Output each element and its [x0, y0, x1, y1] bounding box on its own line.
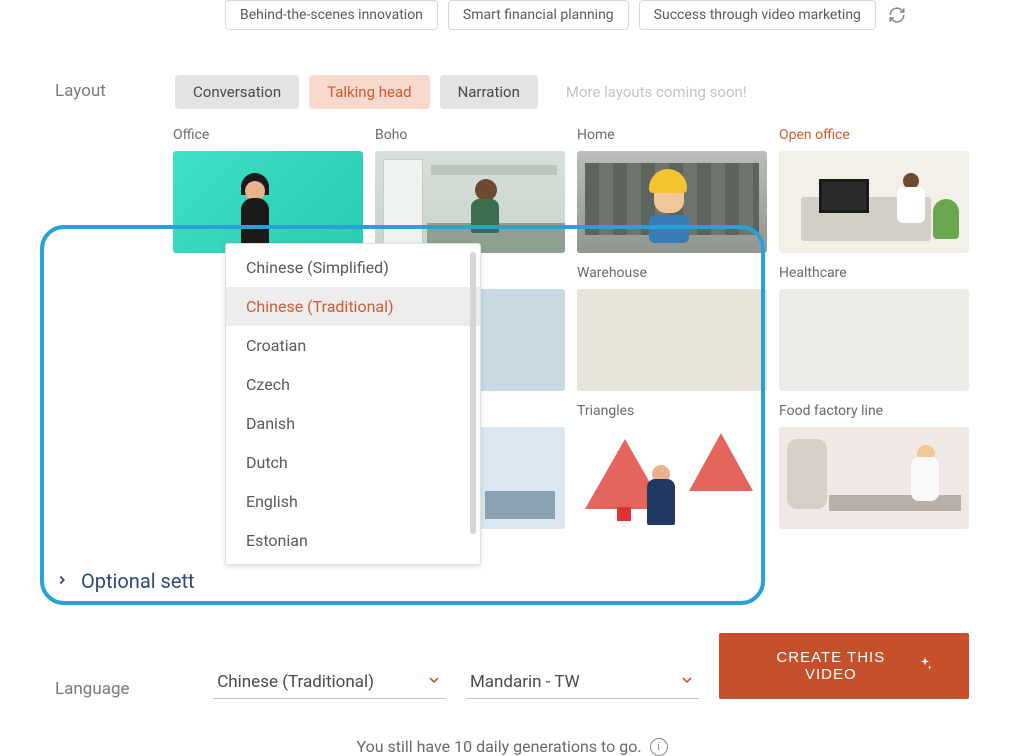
- tab-talking-head[interactable]: Talking head: [309, 75, 429, 109]
- scene-thumb[interactable]: [577, 427, 767, 529]
- generations-remaining-note: You still have 10 daily generations to g…: [55, 737, 969, 756]
- chip[interactable]: Behind-the-scenes innovation: [225, 0, 438, 30]
- scene-label: Office: [173, 127, 363, 143]
- scene-warehouse[interactable]: Warehouse: [577, 265, 767, 391]
- section-label-language: Language: [55, 679, 213, 699]
- scene-healthcare[interactable]: Healthcare: [779, 265, 969, 391]
- scene-thumb[interactable]: [375, 151, 565, 253]
- scene-thumb[interactable]: [779, 151, 969, 253]
- language-row: Language Chinese (Traditional) Mandarin …: [55, 633, 969, 699]
- chip[interactable]: Smart financial planning: [448, 0, 629, 30]
- scene-food-factory[interactable]: Food factory line: [779, 403, 969, 529]
- scene-triangles[interactable]: Triangles: [577, 403, 767, 529]
- tab-conversation[interactable]: Conversation: [175, 75, 299, 109]
- chevron-right-icon: [55, 571, 69, 592]
- info-icon[interactable]: i: [650, 738, 668, 756]
- optional-settings-label: Optional sett: [81, 569, 195, 593]
- refresh-icon[interactable]: [886, 4, 908, 26]
- tab-more-coming: More layouts coming soon!: [548, 75, 765, 109]
- layout-tabs: Conversation Talking head Narration More…: [175, 75, 969, 109]
- language-option[interactable]: Danish: [226, 404, 480, 443]
- language-dropdown[interactable]: Chinese (Simplified) Chinese (Traditiona…: [225, 243, 481, 565]
- suggestion-chips: Behind-the-scenes innovation Smart finan…: [225, 0, 969, 30]
- language-option[interactable]: Croatian: [226, 326, 480, 365]
- scene-boho[interactable]: Boho: [375, 127, 565, 253]
- scene-label: Open office: [779, 127, 969, 143]
- language-option[interactable]: Chinese (Traditional): [226, 287, 480, 326]
- scene-label: Warehouse: [577, 265, 767, 281]
- scene-thumb[interactable]: [779, 289, 969, 391]
- language-option[interactable]: Czech: [226, 365, 480, 404]
- chip[interactable]: Success through video marketing: [639, 0, 876, 30]
- section-label-layout: Layout: [55, 75, 175, 529]
- footer-text: You still have 10 daily generations to g…: [356, 737, 641, 756]
- cta-label: CREATE THIS VIDEO: [755, 649, 907, 683]
- scene-home[interactable]: Home: [577, 127, 767, 253]
- scene-label: Boho: [375, 127, 565, 143]
- language-option[interactable]: Estonian: [226, 521, 480, 560]
- language-option[interactable]: Chinese (Simplified): [226, 248, 480, 287]
- scene-label: Healthcare: [779, 265, 969, 281]
- language-option[interactable]: Dutch: [226, 443, 480, 482]
- layout-section: Layout Conversation Talking head Narrati…: [55, 75, 969, 529]
- scene-office[interactable]: Office: [173, 127, 363, 253]
- scene-label: Triangles: [577, 403, 767, 419]
- sparkle-icon: [917, 656, 933, 676]
- scene-label: Food factory line: [779, 403, 969, 419]
- scene-thumb[interactable]: [173, 151, 363, 253]
- scene-label: Home: [577, 127, 767, 143]
- create-video-button[interactable]: CREATE THIS VIDEO: [719, 633, 969, 699]
- scene-thumb[interactable]: [779, 427, 969, 529]
- scene-thumb[interactable]: [577, 289, 767, 391]
- scene-thumb[interactable]: [577, 151, 767, 253]
- language-option[interactable]: English: [226, 482, 480, 521]
- tab-narration[interactable]: Narration: [440, 75, 538, 109]
- scene-open-office[interactable]: Open office: [779, 127, 969, 253]
- optional-settings-toggle[interactable]: Optional sett: [55, 569, 969, 593]
